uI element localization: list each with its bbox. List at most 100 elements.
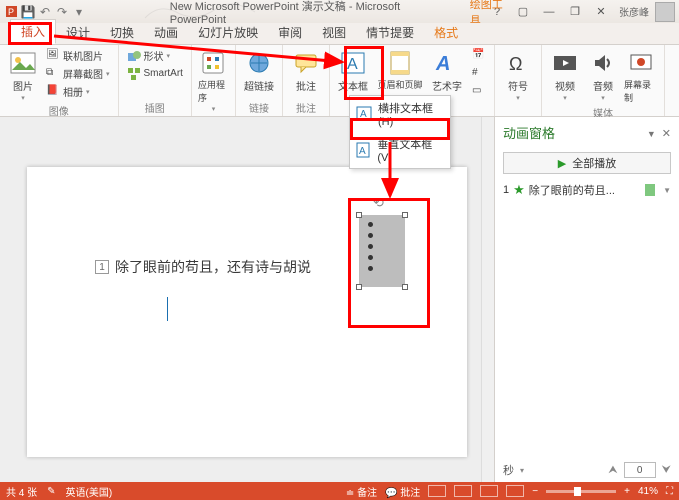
ppt-app-icon: P (4, 5, 18, 19)
svg-text:Ω: Ω (509, 54, 522, 74)
video-icon (551, 49, 579, 77)
group-links-label: 链接 (242, 99, 276, 115)
animation-pane-dropdown-icon[interactable]: ▼ (647, 129, 656, 139)
animation-pane-close-icon[interactable]: ✕ (662, 128, 671, 140)
audio-button[interactable]: 音频 ▾ (586, 47, 620, 102)
textbox-dropdown: A 横排文本框(H) A 垂直文本框(V) (349, 95, 451, 169)
status-bar: 共 4 张 ✎ 英语(美国) ≐ 备注 💬 批注 − + 41% ⛶ (0, 482, 679, 500)
save-icon[interactable]: 💾 (21, 5, 35, 19)
spellcheck-icon[interactable]: ✎ (47, 486, 55, 497)
annotation-arrow-2 (380, 140, 400, 202)
group-symbols: Ω 符号 ▾ (495, 45, 542, 116)
normal-view-icon[interactable] (428, 485, 446, 497)
tab-storyboarding[interactable]: 情节提要 (356, 21, 424, 44)
ribbon-options-icon[interactable]: ▢ (511, 3, 535, 21)
header-footer-icon (386, 49, 414, 77)
user-name[interactable]: 张彦峰 (619, 4, 649, 19)
qat-more-icon[interactable]: ▾ (72, 5, 86, 19)
textbox-vertical-option[interactable]: A 垂直文本框(V) (350, 132, 450, 168)
play-icon: ▶ (558, 157, 566, 170)
seconds-label: 秒 (503, 462, 514, 478)
group-images-label: 图像 (6, 102, 112, 118)
slide-text-placeholder[interactable]: 1 除了眼前的苟且，还有诗与胡说 (95, 257, 311, 277)
wordart-button[interactable]: A 艺术字 ▾ (430, 47, 464, 102)
screen-recording-icon (627, 49, 655, 77)
seconds-spinner[interactable]: 0 (624, 462, 656, 478)
chevron-down-icon: ▾ (563, 94, 567, 102)
animation-order-badge: 1 (95, 260, 109, 274)
slide-number-button[interactable]: # (470, 65, 488, 82)
date-icon: 📅 (472, 49, 486, 63)
animation-index: 1 (503, 184, 509, 196)
photo-album-icon: 📕 (46, 85, 60, 99)
symbol-icon: Ω (504, 49, 532, 77)
group-illustrations-label: 插图 (125, 99, 185, 115)
group-media: 视频 ▾ 音频 ▾ 屏幕录制 媒体 (542, 45, 665, 116)
notes-button[interactable]: ≐ 备注 (346, 484, 377, 499)
slide-body-text: 除了眼前的苟且，还有诗与胡说 (115, 257, 311, 277)
header-footer-button[interactable]: 页眉和页脚 (374, 47, 426, 91)
vertical-scrollbar[interactable] (481, 117, 494, 482)
zoom-slider[interactable] (546, 490, 616, 493)
symbol-button[interactable]: Ω 符号 ▾ (501, 47, 535, 102)
vertical-textbox-shape[interactable] (359, 215, 405, 287)
redo-icon[interactable]: ↷ (55, 5, 69, 19)
animation-pane: 动画窗格 ▼✕ ▶ 全部播放 1 ★ 除了眼前的苟且... ▼ 秒 ▾ ⮝ 0 … (494, 117, 679, 482)
quick-access-toolbar: P 💾 ↶ ↷ ▾ (4, 5, 86, 19)
zoom-in-icon[interactable]: + (624, 486, 630, 497)
undo-icon[interactable]: ↶ (38, 5, 52, 19)
chevron-down-icon: ▾ (601, 94, 605, 102)
slide-count: 共 4 张 (6, 484, 37, 499)
object-icon: ▭ (472, 85, 486, 99)
number-icon: # (472, 67, 486, 81)
reading-view-icon[interactable] (480, 485, 498, 497)
restore-icon[interactable]: ❐ (563, 3, 587, 21)
sorter-view-icon[interactable] (454, 485, 472, 497)
object-button[interactable]: ▭ (470, 83, 488, 100)
reorder-down-icon[interactable]: ⮟ (662, 464, 671, 477)
textbox-horizontal-option[interactable]: A 横排文本框(H) (350, 96, 450, 132)
title-bar: P 💾 ↶ ↷ ▾ New Microsoft PowerPoint 演示文稿 … (0, 0, 679, 23)
svg-text:A: A (360, 109, 367, 120)
pictures-button[interactable]: 图片 ▾ (6, 47, 40, 102)
vertical-textbox-icon: A (356, 142, 371, 158)
svg-text:A: A (359, 146, 366, 157)
animation-duration-bar (645, 184, 655, 196)
animation-item-menu-icon[interactable]: ▼ (663, 186, 671, 195)
language-status[interactable]: 英语(美国) (66, 484, 113, 499)
pictures-label: 图片 (13, 78, 33, 93)
animation-list-item[interactable]: 1 ★ 除了眼前的苟且... ▼ (503, 182, 671, 198)
zoom-out-icon[interactable]: − (532, 486, 538, 497)
animation-pane-title: 动画窗格 (503, 123, 555, 142)
slideshow-view-icon[interactable] (506, 485, 524, 497)
fit-window-icon[interactable]: ⛶ (666, 486, 673, 497)
photo-album-button[interactable]: 📕相册▾ (44, 83, 112, 100)
wordart-icon: A (433, 49, 461, 77)
avatar[interactable] (655, 2, 675, 22)
svg-text:A: A (435, 53, 450, 75)
slide-editor[interactable]: 1 除了眼前的苟且，还有诗与胡说 ⟲ (0, 117, 494, 482)
picture-icon (9, 49, 37, 77)
svg-text:P: P (8, 7, 14, 17)
date-time-button[interactable]: 📅 (470, 47, 488, 64)
video-button[interactable]: 视频 ▾ (548, 47, 582, 102)
minimize-icon[interactable]: — (537, 3, 561, 21)
close-icon[interactable]: ✕ (589, 3, 613, 21)
slide-canvas[interactable]: 1 除了眼前的苟且，还有诗与胡说 ⟲ (27, 167, 467, 457)
chevron-down-icon: ▾ (212, 105, 216, 113)
annotation-arrow-1 (50, 30, 350, 70)
screen-recording-button[interactable]: 屏幕录制 (624, 47, 658, 104)
animation-item-label: 除了眼前的苟且... (529, 182, 615, 198)
zoom-value[interactable]: 41% (638, 486, 658, 497)
comments-button[interactable]: 💬 批注 (385, 484, 420, 499)
text-cursor (167, 297, 168, 321)
chevron-down-icon[interactable]: ▾ (520, 466, 524, 475)
horizontal-textbox-icon: A (356, 106, 372, 122)
chevron-down-icon: ▾ (21, 94, 25, 102)
chevron-down-icon: ▾ (516, 94, 520, 102)
play-all-button[interactable]: ▶ 全部播放 (503, 152, 671, 174)
group-comments-label: 批注 (289, 99, 323, 115)
star-icon: ★ (513, 182, 525, 198)
reorder-up-icon[interactable]: ⮝ (608, 464, 617, 477)
tab-format[interactable]: 格式 (424, 21, 468, 44)
